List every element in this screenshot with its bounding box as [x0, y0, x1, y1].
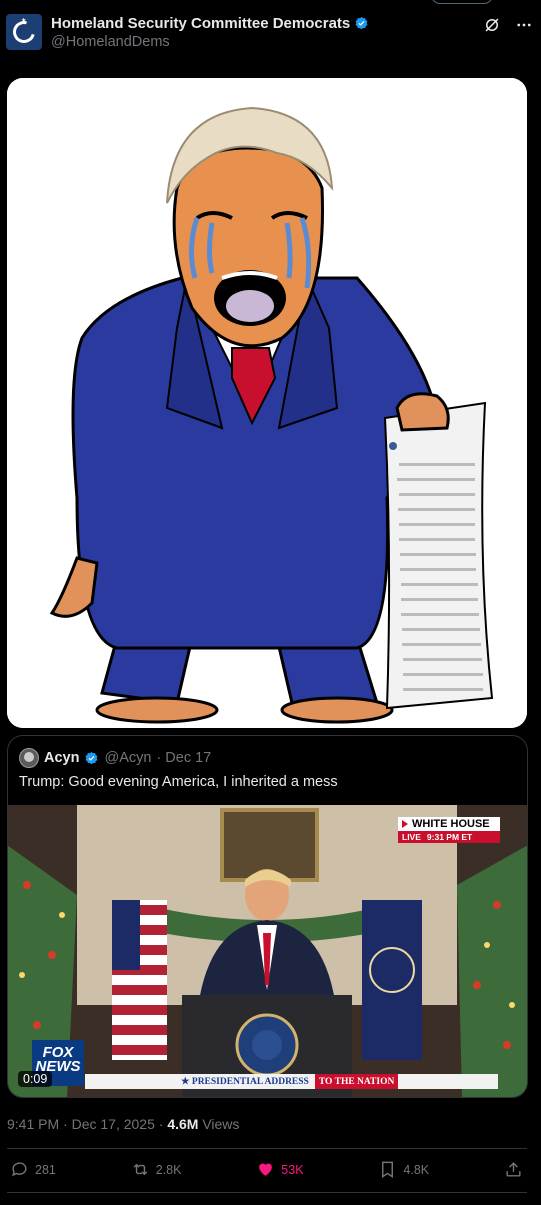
bookmark-count: 4.8K [403, 1162, 430, 1177]
quoted-video[interactable]: WHITE HOUSE LIVE 9:31 PM ET FOX NEWS ★ P… [8, 805, 527, 1097]
share-icon [506, 1162, 521, 1177]
live-tag: LIVE [402, 832, 421, 842]
reply-count: 281 [35, 1162, 56, 1177]
avatar[interactable]: ★ [6, 14, 42, 50]
live-banner-time-row: LIVE 9:31 PM ET [398, 831, 500, 843]
quoted-date: · Dec 17 [156, 750, 212, 766]
crying-cartoon-illustration [7, 78, 527, 728]
post-header: ★ Homeland Security Committee Democrats … [6, 14, 533, 58]
verified-badge-icon [355, 16, 368, 30]
more-options-icon[interactable] [515, 16, 533, 34]
author-name-row[interactable]: Homeland Security Committee Democrats [51, 14, 369, 33]
action-bar: 281 2.8K 53K 4.8K [10, 1160, 523, 1179]
post-image[interactable] [7, 78, 527, 728]
reply-button[interactable]: 281 [10, 1160, 56, 1179]
like-button[interactable]: 53K [256, 1160, 304, 1179]
repost-icon [133, 1163, 148, 1176]
lower-third-text: ★ PRESIDENTIAL ADDRESS [181, 1077, 309, 1087]
video-frame [8, 805, 527, 1097]
post-timestamp-row: 9:41 PM · Dec 17, 2025 · 4.6M Views [7, 1116, 239, 1132]
share-button[interactable] [504, 1160, 523, 1179]
live-banner: WHITE HOUSE LIVE 9:31 PM ET [398, 817, 500, 843]
bookmark-button[interactable]: 4.8K [378, 1160, 429, 1179]
repost-button[interactable]: 2.8K [131, 1160, 182, 1179]
quoted-text: Trump: Good evening America, I inherited… [19, 774, 338, 790]
lower-third-tag: TO THE NATION [314, 1074, 399, 1089]
live-time: 9:31 PM ET [426, 832, 473, 842]
post-timestamp[interactable]: 9:41 PM · Dec 17, 2025 · [7, 1116, 167, 1132]
handle[interactable]: @HomelandDems [51, 33, 369, 52]
quoted-post[interactable]: Acyn @Acyn · Dec 17 Trump: Good evening … [7, 735, 528, 1098]
live-banner-title: WHITE HOUSE [398, 817, 500, 831]
divider [7, 1148, 527, 1149]
top-button-fragment[interactable] [431, 0, 493, 4]
quoted-handle: @Acyn [104, 750, 152, 766]
heart-filled-icon [259, 1163, 273, 1176]
video-duration: 0:09 [18, 1071, 53, 1087]
quoted-name: Acyn [44, 750, 80, 766]
quoted-avatar [19, 748, 39, 768]
star-icon: ★ [21, 18, 27, 24]
like-count: 53K [281, 1162, 304, 1177]
grok-icon[interactable] [483, 16, 501, 34]
divider [7, 1192, 527, 1193]
views-label: Views [198, 1116, 240, 1132]
header-actions [483, 14, 533, 58]
verified-badge-icon [85, 751, 98, 764]
repost-count: 2.8K [155, 1162, 182, 1177]
quoted-post-header: Acyn @Acyn · Dec 17 [19, 748, 211, 768]
lower-third-banner: ★ PRESIDENTIAL ADDRESS TO THE NATION [85, 1074, 498, 1089]
author-block: Homeland Security Committee Democrats @H… [51, 14, 369, 58]
reply-icon [12, 1162, 27, 1177]
display-name[interactable]: Homeland Security Committee Democrats [51, 14, 350, 33]
bookmark-icon [382, 1161, 394, 1178]
views-count: 4.6M [167, 1116, 199, 1132]
